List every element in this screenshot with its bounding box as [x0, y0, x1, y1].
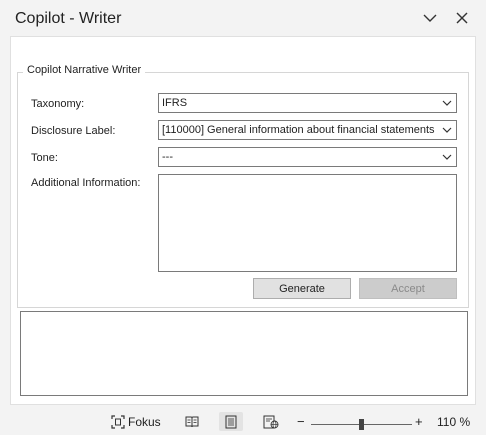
tone-dropdown[interactable]: ---	[158, 147, 457, 167]
close-icon	[456, 12, 468, 24]
print-layout-button[interactable]	[219, 412, 243, 431]
additional-info-textarea[interactable]	[158, 174, 457, 272]
web-layout-icon	[263, 415, 279, 428]
accept-button[interactable]: Accept	[359, 278, 457, 299]
taxonomy-value: IFRS	[162, 97, 188, 109]
tone-value: ---	[162, 151, 173, 163]
focus-label: Fokus	[128, 414, 161, 429]
group-title: Copilot Narrative Writer	[23, 64, 146, 76]
additional-info-label: Additional Information:	[31, 177, 141, 189]
pane-title: Copilot - Writer	[15, 10, 122, 27]
focus-icon	[111, 414, 125, 429]
generate-button[interactable]: Generate	[253, 278, 351, 299]
zoom-out-button[interactable]: −	[297, 408, 305, 435]
chevron-down-icon	[438, 94, 456, 112]
chevron-down-icon	[423, 14, 437, 22]
print-layout-icon	[225, 415, 237, 428]
chevron-down-icon	[438, 148, 456, 166]
zoom-slider-thumb[interactable]	[359, 419, 364, 430]
close-pane-button[interactable]	[450, 6, 474, 30]
disclosure-dropdown[interactable]: [110000] General information about finan…	[158, 120, 457, 140]
chevron-down-icon	[438, 121, 456, 139]
taxonomy-label: Taxonomy:	[31, 98, 85, 110]
zoom-in-button[interactable]: +	[415, 408, 423, 435]
tone-label: Tone:	[31, 152, 58, 164]
read-mode-button[interactable]	[180, 412, 204, 431]
read-mode-icon	[185, 416, 199, 427]
disclosure-value: [110000] General information about finan…	[162, 124, 435, 136]
web-layout-button[interactable]	[259, 412, 283, 431]
taxonomy-dropdown[interactable]: IFRS	[158, 93, 457, 113]
zoom-level[interactable]: 110 %	[437, 408, 470, 435]
focus-mode-button[interactable]: Fokus	[111, 408, 161, 435]
disclosure-label: Disclosure Label:	[31, 125, 116, 137]
pane-options-button[interactable]	[418, 6, 442, 30]
status-bar: Fokus − + 110 %	[0, 408, 486, 435]
copilot-writer-pane: Copilot - Writer Copilot Narrative Write…	[0, 0, 486, 408]
output-textarea[interactable]	[20, 311, 468, 396]
